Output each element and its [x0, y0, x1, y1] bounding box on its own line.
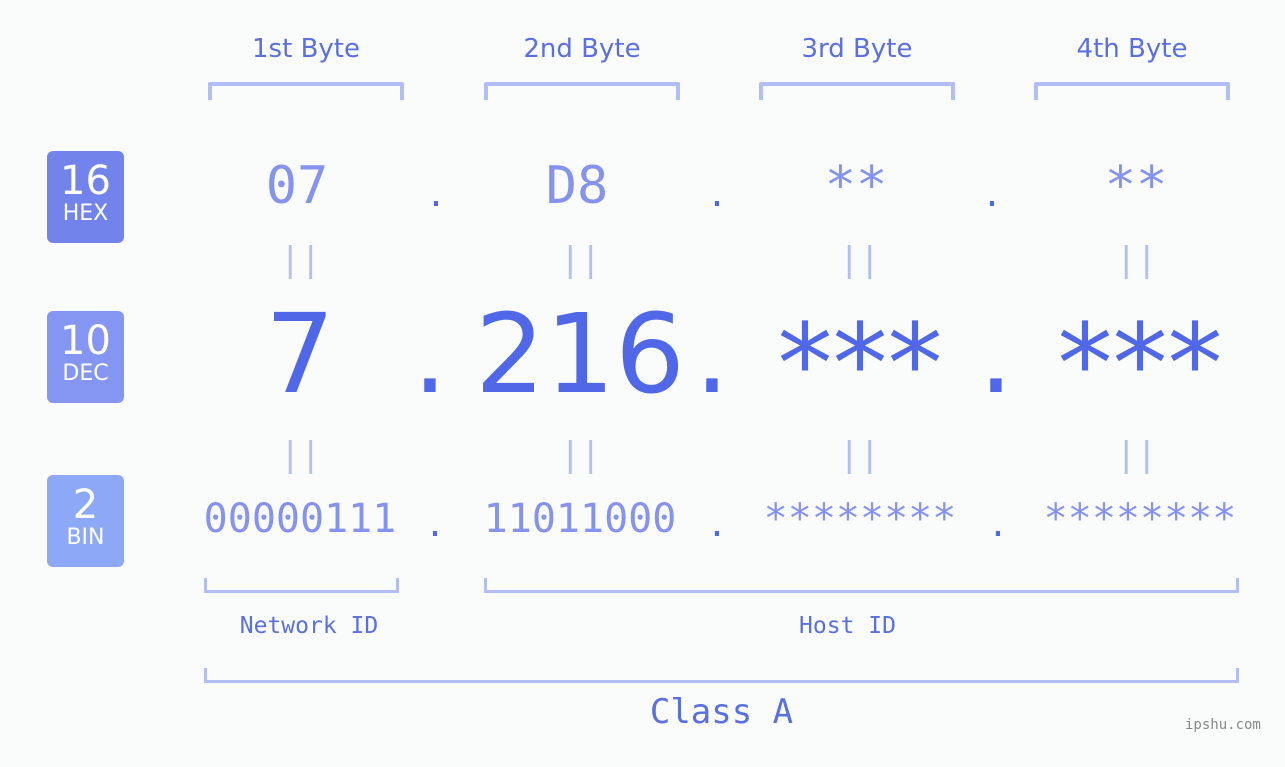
- hex-badge-number: 16: [60, 158, 111, 204]
- bin-byte-3: ********: [763, 496, 957, 542]
- hex-badge: 16 HEX: [47, 151, 124, 243]
- byte-header-1: 1st Byte: [252, 34, 360, 64]
- bin-dot-2: .: [710, 500, 724, 546]
- network-id-label: Network ID: [239, 613, 379, 639]
- dec-badge-label: DEC: [62, 361, 109, 386]
- byte-bracket-3: [759, 82, 955, 100]
- dec-dot-2: .: [694, 290, 730, 418]
- equals-dec-bin-3: ||: [839, 435, 880, 475]
- hex-byte-4: **: [1104, 156, 1168, 216]
- host-id-label: Host ID: [799, 613, 896, 639]
- byte-bracket-4: [1034, 82, 1230, 100]
- byte-header-4: 4th Byte: [1076, 34, 1188, 64]
- equals-hex-dec-1: ||: [280, 240, 321, 280]
- dec-byte-4: ***: [1057, 300, 1223, 428]
- equals-dec-bin-1: ||: [280, 435, 321, 475]
- hex-dot-1: .: [429, 170, 443, 216]
- equals-dec-bin-2: ||: [560, 435, 601, 475]
- byte-header-3: 3rd Byte: [801, 34, 913, 64]
- hex-badge-label: HEX: [62, 201, 109, 226]
- byte-bracket-2: [484, 82, 680, 100]
- dec-dot-1: .: [412, 290, 448, 418]
- bin-byte-2: 11011000: [483, 496, 677, 542]
- dec-badge: 10 DEC: [47, 311, 124, 403]
- hex-byte-3: **: [824, 156, 888, 216]
- bin-badge-label: BIN: [66, 525, 105, 550]
- equals-dec-bin-4: ||: [1116, 435, 1157, 475]
- bin-badge: 2 BIN: [47, 475, 124, 567]
- hex-byte-2: D8: [545, 156, 609, 216]
- equals-hex-dec-2: ||: [560, 240, 601, 280]
- equals-hex-dec-4: ||: [1116, 240, 1157, 280]
- hex-byte-1: 07: [265, 156, 329, 216]
- class-bracket: [204, 668, 1239, 683]
- hex-dot-2: .: [710, 170, 724, 216]
- network-id-bracket: [204, 578, 399, 593]
- dec-badge-number: 10: [60, 318, 111, 364]
- bin-dot-3: .: [991, 500, 1005, 546]
- byte-header-2: 2nd Byte: [523, 34, 641, 64]
- byte-bracket-1: [208, 82, 404, 100]
- bin-dot-1: .: [428, 500, 442, 546]
- equals-hex-dec-3: ||: [839, 240, 880, 280]
- bin-byte-4: ********: [1043, 496, 1237, 542]
- bin-badge-number: 2: [72, 482, 99, 528]
- watermark: ipshu.com: [1185, 717, 1261, 733]
- dec-dot-3: .: [978, 290, 1014, 418]
- dec-byte-1: 7: [265, 290, 335, 418]
- dec-byte-3: ***: [777, 300, 943, 428]
- host-id-bracket: [484, 578, 1239, 593]
- hex-dot-3: .: [985, 170, 999, 216]
- dec-byte-2: 216: [475, 290, 685, 418]
- class-label: Class A: [649, 692, 794, 732]
- bin-byte-1: 00000111: [203, 496, 397, 542]
